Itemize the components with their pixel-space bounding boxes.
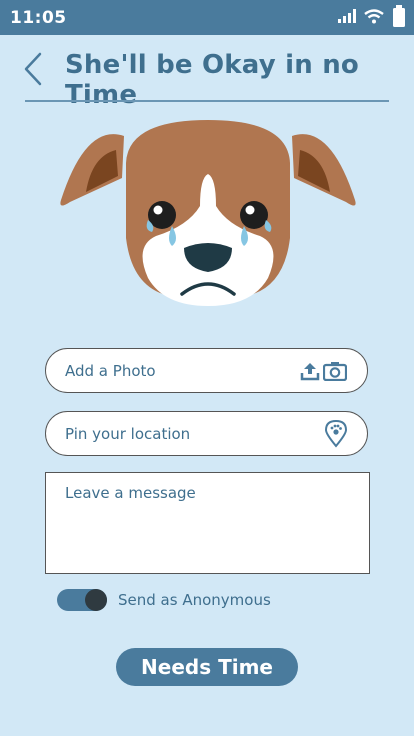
- add-photo-label: Add a Photo: [65, 362, 156, 380]
- pin-location-label: Pin your location: [65, 425, 191, 443]
- signal-icon: [338, 9, 356, 23]
- status-time: 11:05: [10, 8, 67, 28]
- paw-map-pin-icon[interactable]: [325, 420, 347, 448]
- back-chevron-icon[interactable]: [22, 52, 46, 86]
- status-bar: 11:05: [0, 0, 414, 35]
- message-placeholder: Leave a message: [65, 484, 196, 502]
- status-icons: [338, 5, 406, 27]
- upload-icon[interactable]: [300, 361, 320, 381]
- camera-icon[interactable]: [323, 361, 347, 381]
- anonymous-toggle[interactable]: [57, 589, 107, 611]
- header-divider: [25, 100, 389, 102]
- header: She'll be Okay in no Time: [0, 35, 414, 110]
- wifi-icon: [364, 8, 384, 23]
- pin-location-field[interactable]: Pin your location: [45, 411, 368, 456]
- message-textarea[interactable]: Leave a message: [45, 472, 370, 574]
- needs-time-button[interactable]: Needs Time: [116, 648, 298, 686]
- add-photo-field[interactable]: Add a Photo: [45, 348, 368, 393]
- toggle-knob: [85, 589, 107, 611]
- anonymous-label: Send as Anonymous: [118, 591, 271, 609]
- crying-dog-illustration: [60, 120, 356, 306]
- battery-icon: [393, 5, 405, 27]
